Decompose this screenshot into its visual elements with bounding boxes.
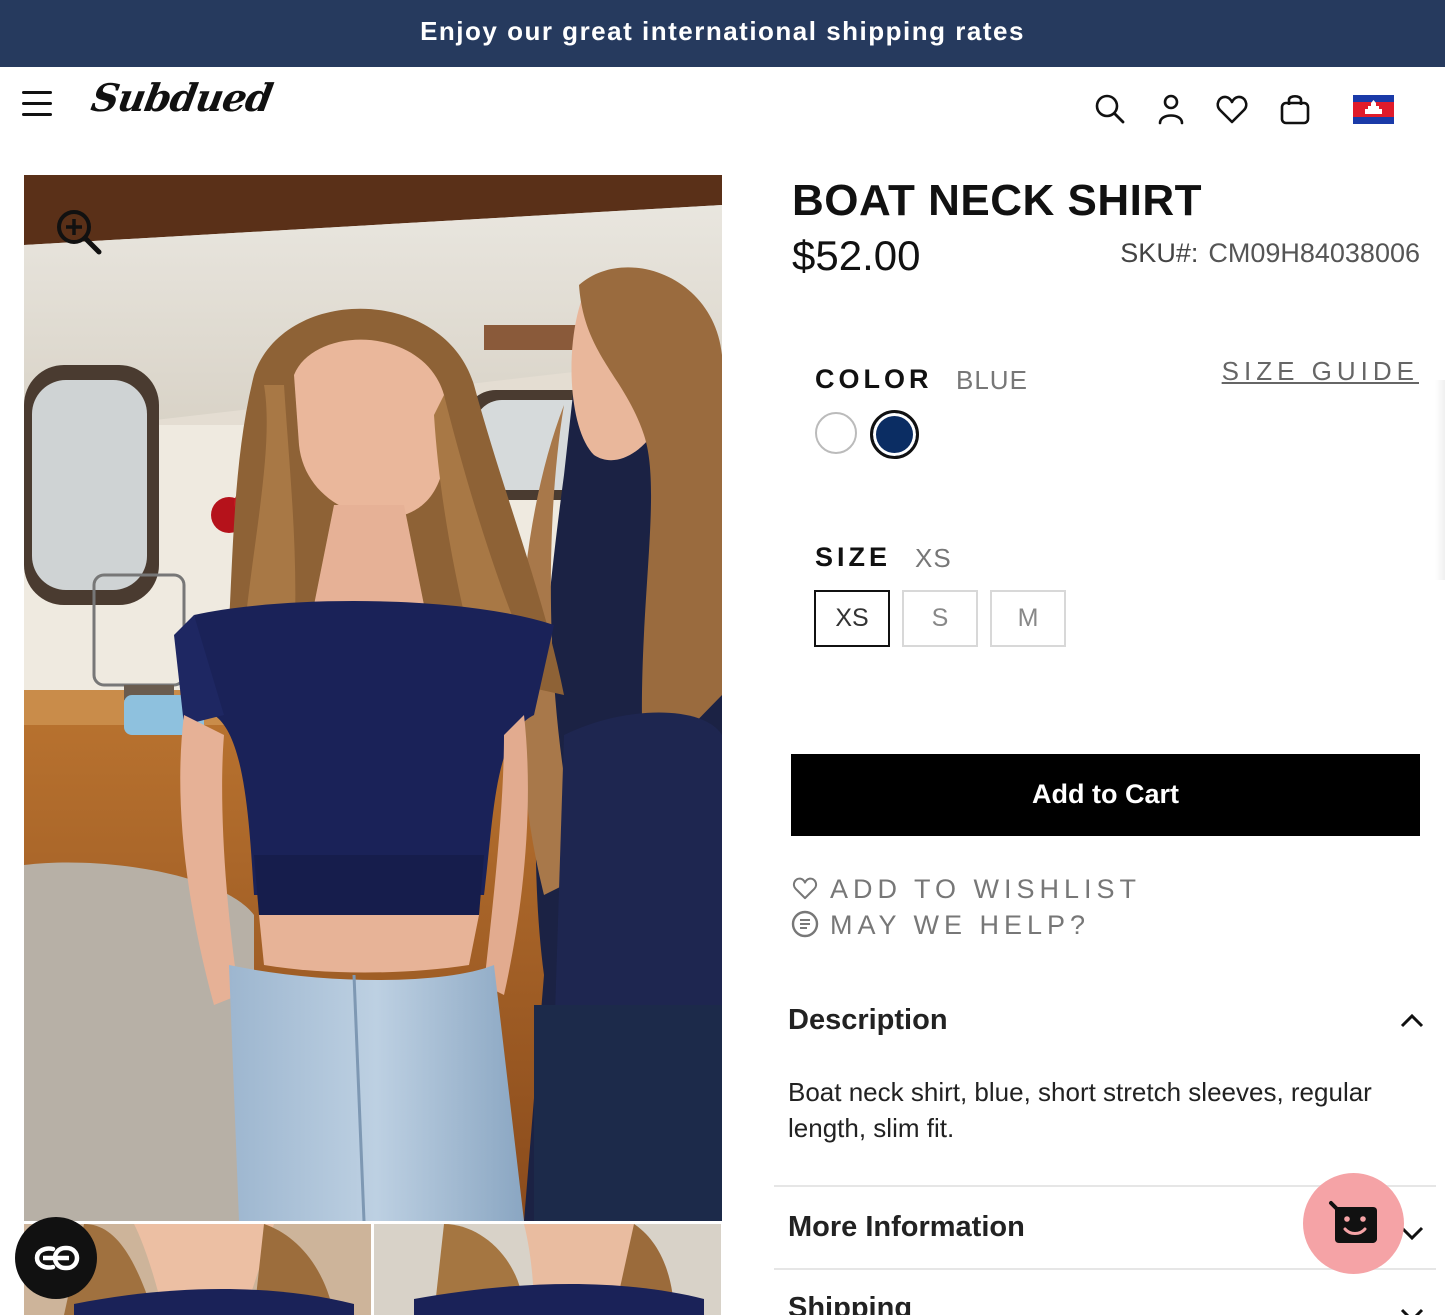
- size-option-xs[interactable]: XS: [814, 590, 890, 647]
- may-we-help-label: MAY WE HELP?: [830, 910, 1091, 940]
- color-swatch-blue[interactable]: [870, 410, 919, 459]
- color-value: BLUE: [956, 365, 1028, 395]
- site-header: Subdued: [0, 67, 1445, 147]
- may-we-help-link[interactable]: MAY WE HELP?: [790, 910, 1090, 942]
- product-main-image[interactable]: [24, 175, 722, 1221]
- heart-icon: [792, 877, 818, 899]
- product-photo: [24, 175, 722, 1221]
- add-to-wishlist-link[interactable]: ADD TO WISHLIST: [790, 874, 1141, 905]
- accessibility-icon: [34, 1245, 80, 1271]
- sku-value: CM09H84038006: [1208, 238, 1420, 268]
- heart-icon[interactable]: [1214, 91, 1250, 127]
- product-sku: SKU#: CM09H84038006: [1120, 238, 1420, 269]
- chat-bag-icon: [1329, 1201, 1377, 1243]
- menu-icon[interactable]: [22, 91, 52, 117]
- product-thumbnail[interactable]: [374, 1224, 721, 1315]
- add-to-wishlist-label: ADD TO WISHLIST: [830, 874, 1142, 904]
- size-option-s[interactable]: S: [902, 590, 978, 647]
- chat-bubble-icon: [791, 910, 819, 938]
- logo[interactable]: Subdued: [88, 75, 276, 120]
- zoom-icon[interactable]: [54, 207, 102, 255]
- description-toggle[interactable]: Description: [788, 1004, 948, 1037]
- size-option-m[interactable]: M: [990, 590, 1066, 647]
- add-to-cart-button[interactable]: Add to Cart: [791, 754, 1420, 836]
- size-guide-link[interactable]: SIZE GUIDE: [1222, 356, 1419, 387]
- more-information-toggle[interactable]: More Information: [788, 1211, 1025, 1244]
- bag-icon[interactable]: [1277, 91, 1313, 127]
- color-label: COLOR: [815, 364, 933, 394]
- chevron-up-icon[interactable]: [1397, 1006, 1427, 1036]
- account-icon[interactable]: [1153, 91, 1189, 127]
- announcement-bar: Enjoy our great international shipping r…: [0, 0, 1445, 67]
- color-swatch-white[interactable]: [815, 412, 857, 454]
- product-title: BOAT NECK SHIRT: [792, 176, 1203, 225]
- product-price: $52.00: [792, 232, 921, 279]
- shipping-toggle[interactable]: Shipping: [788, 1292, 912, 1315]
- search-icon[interactable]: [1092, 91, 1128, 127]
- chevron-down-icon[interactable]: [1397, 1300, 1427, 1315]
- side-panel-edge: [1435, 380, 1445, 580]
- chat-widget-button[interactable]: [1303, 1173, 1404, 1274]
- size-value: XS: [915, 543, 952, 573]
- flag-icon[interactable]: [1353, 95, 1394, 124]
- description-text: Boat neck shirt, blue, short stretch sle…: [788, 1077, 1372, 1143]
- size-label: SIZE: [815, 542, 892, 572]
- accessibility-button[interactable]: [15, 1217, 97, 1299]
- sku-label: SKU#:: [1120, 238, 1199, 268]
